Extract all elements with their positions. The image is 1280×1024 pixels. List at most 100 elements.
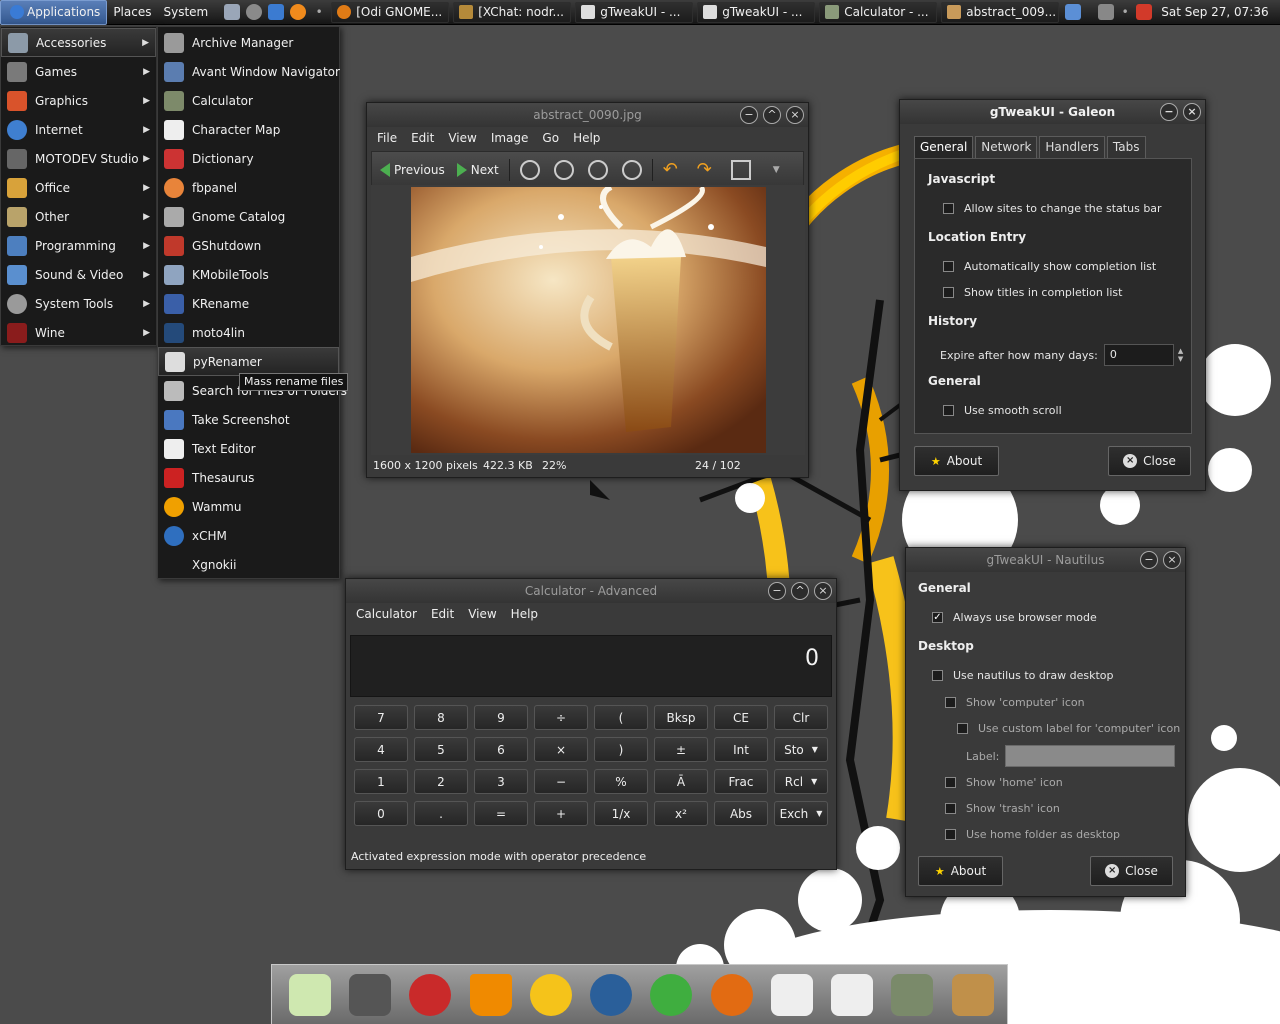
rotate-left-icon[interactable]: ↶ [663,160,683,180]
menu-item-moto4lin[interactable]: moto4lin [158,318,339,347]
key-divide[interactable]: ÷ [534,705,588,730]
dock-calculator[interactable] [887,971,939,1019]
maximize-button[interactable]: ^ [763,106,781,124]
gear-icon[interactable] [246,4,263,20]
key-8[interactable]: 8 [414,705,468,730]
menu-item-wine[interactable]: Wine ▶ [1,318,156,347]
dock-clapper[interactable] [344,971,396,1019]
dock-firefox[interactable] [706,971,758,1019]
close-button[interactable]: × [814,582,832,600]
rotate-right-icon[interactable]: ↷ [697,160,717,180]
zoom-in-icon[interactable] [519,160,540,180]
clock[interactable]: Sat Sep 27, 07:36 [1161,5,1268,19]
menu-help[interactable]: Help [573,131,600,145]
menu-item-gnome-catalog[interactable]: Gnome Catalog [158,202,339,231]
system-monitor-icon[interactable] [268,4,285,20]
key-add[interactable]: + [534,801,588,826]
menu-item-krename[interactable]: KRename [158,289,339,318]
key-decimal[interactable]: . [414,801,468,826]
menu-help[interactable]: Help [511,607,538,621]
show-home-checkbox[interactable]: Show 'home' icon [945,776,1063,789]
close-dialog-button[interactable]: × Close [1108,446,1191,476]
menu-item-games[interactable]: Games ▶ [1,57,156,86]
key-int[interactable]: Int [714,737,768,762]
key-7[interactable]: 7 [354,705,408,730]
task-gtweakui-1[interactable]: gTweakUI - ... [575,1,694,23]
menu-item-avant-window-navigator[interactable]: Avant Window Navigator [158,57,340,86]
menu-image[interactable]: Image [491,131,529,145]
titlebar[interactable]: gTweakUI - Nautilus − × [906,548,1185,572]
system-menu-button[interactable]: System [157,0,214,25]
image-canvas[interactable] [371,185,805,455]
minimize-button[interactable]: − [1160,103,1178,121]
dock-cd[interactable] [405,971,457,1019]
key-frac[interactable]: Frac [714,769,768,794]
zoom-normal-icon[interactable] [587,160,608,180]
menu-item-archive-manager[interactable]: Archive Manager [158,28,339,57]
menu-go[interactable]: Go [542,131,559,145]
key-recall[interactable]: Rcl ▼ [774,769,828,794]
menu-edit[interactable]: Edit [411,131,434,145]
home-desktop-checkbox[interactable]: Use home folder as desktop [945,828,1120,841]
menu-edit[interactable]: Edit [431,607,454,621]
key-4[interactable]: 4 [354,737,408,762]
menu-item-programming[interactable]: Programming ▶ [1,231,156,260]
show-trash-checkbox[interactable]: Show 'trash' icon [945,802,1060,815]
chevron-down-icon[interactable]: ▼ [773,160,793,180]
computer-label-input[interactable] [1005,745,1176,767]
network-icon[interactable] [1065,4,1082,20]
dock-vlc[interactable] [465,971,517,1019]
key-subtract[interactable]: − [534,769,588,794]
key-1[interactable]: 1 [354,769,408,794]
about-button[interactable]: ★ About [914,446,999,476]
task-xchat[interactable]: [XChat: nodr... [453,1,572,23]
checkbox[interactable] [957,723,968,734]
key-backspace[interactable]: Bksp [654,705,708,730]
dock-gtweakui-2[interactable] [826,971,878,1019]
key-6[interactable]: 6 [474,737,528,762]
menu-view[interactable]: View [448,131,476,145]
task-image-viewer[interactable]: abstract_009... [941,1,1060,23]
key-clear[interactable]: Clr [774,705,828,730]
titlebar[interactable]: Calculator - Advanced − ^ × [346,579,836,603]
checkbox[interactable] [943,405,954,416]
menu-item-graphics[interactable]: Graphics ▶ [1,86,156,115]
checkbox[interactable] [943,287,954,298]
minimize-button[interactable]: − [740,106,758,124]
menu-item-fbpanel[interactable]: fbpanel [158,173,339,202]
menu-calculator[interactable]: Calculator [356,607,417,621]
key-3[interactable]: 3 [474,769,528,794]
menu-item-pyrenamer[interactable]: pyRenamer [158,347,339,376]
menu-item-gshutdown[interactable]: GShutdown [158,231,339,260]
menu-item-office[interactable]: Office ▶ [1,173,156,202]
spin-arrows-icon[interactable]: ▲ ▼ [1178,347,1183,363]
key-store[interactable]: Sto ▼ [774,737,828,762]
notification-icon[interactable] [1136,4,1153,20]
minimize-button[interactable]: − [768,582,786,600]
checkbox[interactable] [945,777,956,788]
titlebar[interactable]: gTweakUI - Galeon − × [900,100,1205,124]
titlebar[interactable]: abstract_0090.jpg − ^ × [367,103,808,127]
tab-general[interactable]: General [914,136,974,158]
show-computer-checkbox[interactable]: Show 'computer' icon [945,696,1085,709]
key-equals[interactable]: = [474,801,528,826]
menu-item-system-tools[interactable]: System Tools ▶ [1,289,156,318]
menu-file[interactable]: File [377,131,397,145]
auto-completion-checkbox[interactable]: Automatically show completion list [943,260,1156,273]
key-2[interactable]: 2 [414,769,468,794]
applications-menu-button[interactable]: Applications [0,0,108,25]
dock-gtweakui-1[interactable] [766,971,818,1019]
task-calculator[interactable]: Calculator - ... [819,1,938,23]
menu-item-text-editor[interactable]: Text Editor [158,434,339,463]
tab-handlers[interactable]: Handlers [1039,136,1105,158]
close-button[interactable]: × [786,106,804,124]
close-dialog-button[interactable]: × Close [1090,856,1173,886]
minimize-button[interactable]: − [1140,551,1158,569]
custom-label-checkbox[interactable]: Use custom label for 'computer' icon [957,722,1180,735]
menu-item-calculator[interactable]: Calculator [158,86,339,115]
dock-recycle[interactable] [284,971,336,1019]
checkbox[interactable] [945,697,956,708]
menu-item-internet[interactable]: Internet ▶ [1,115,156,144]
close-button[interactable]: × [1163,551,1181,569]
key-open-paren[interactable]: ( [594,705,648,730]
